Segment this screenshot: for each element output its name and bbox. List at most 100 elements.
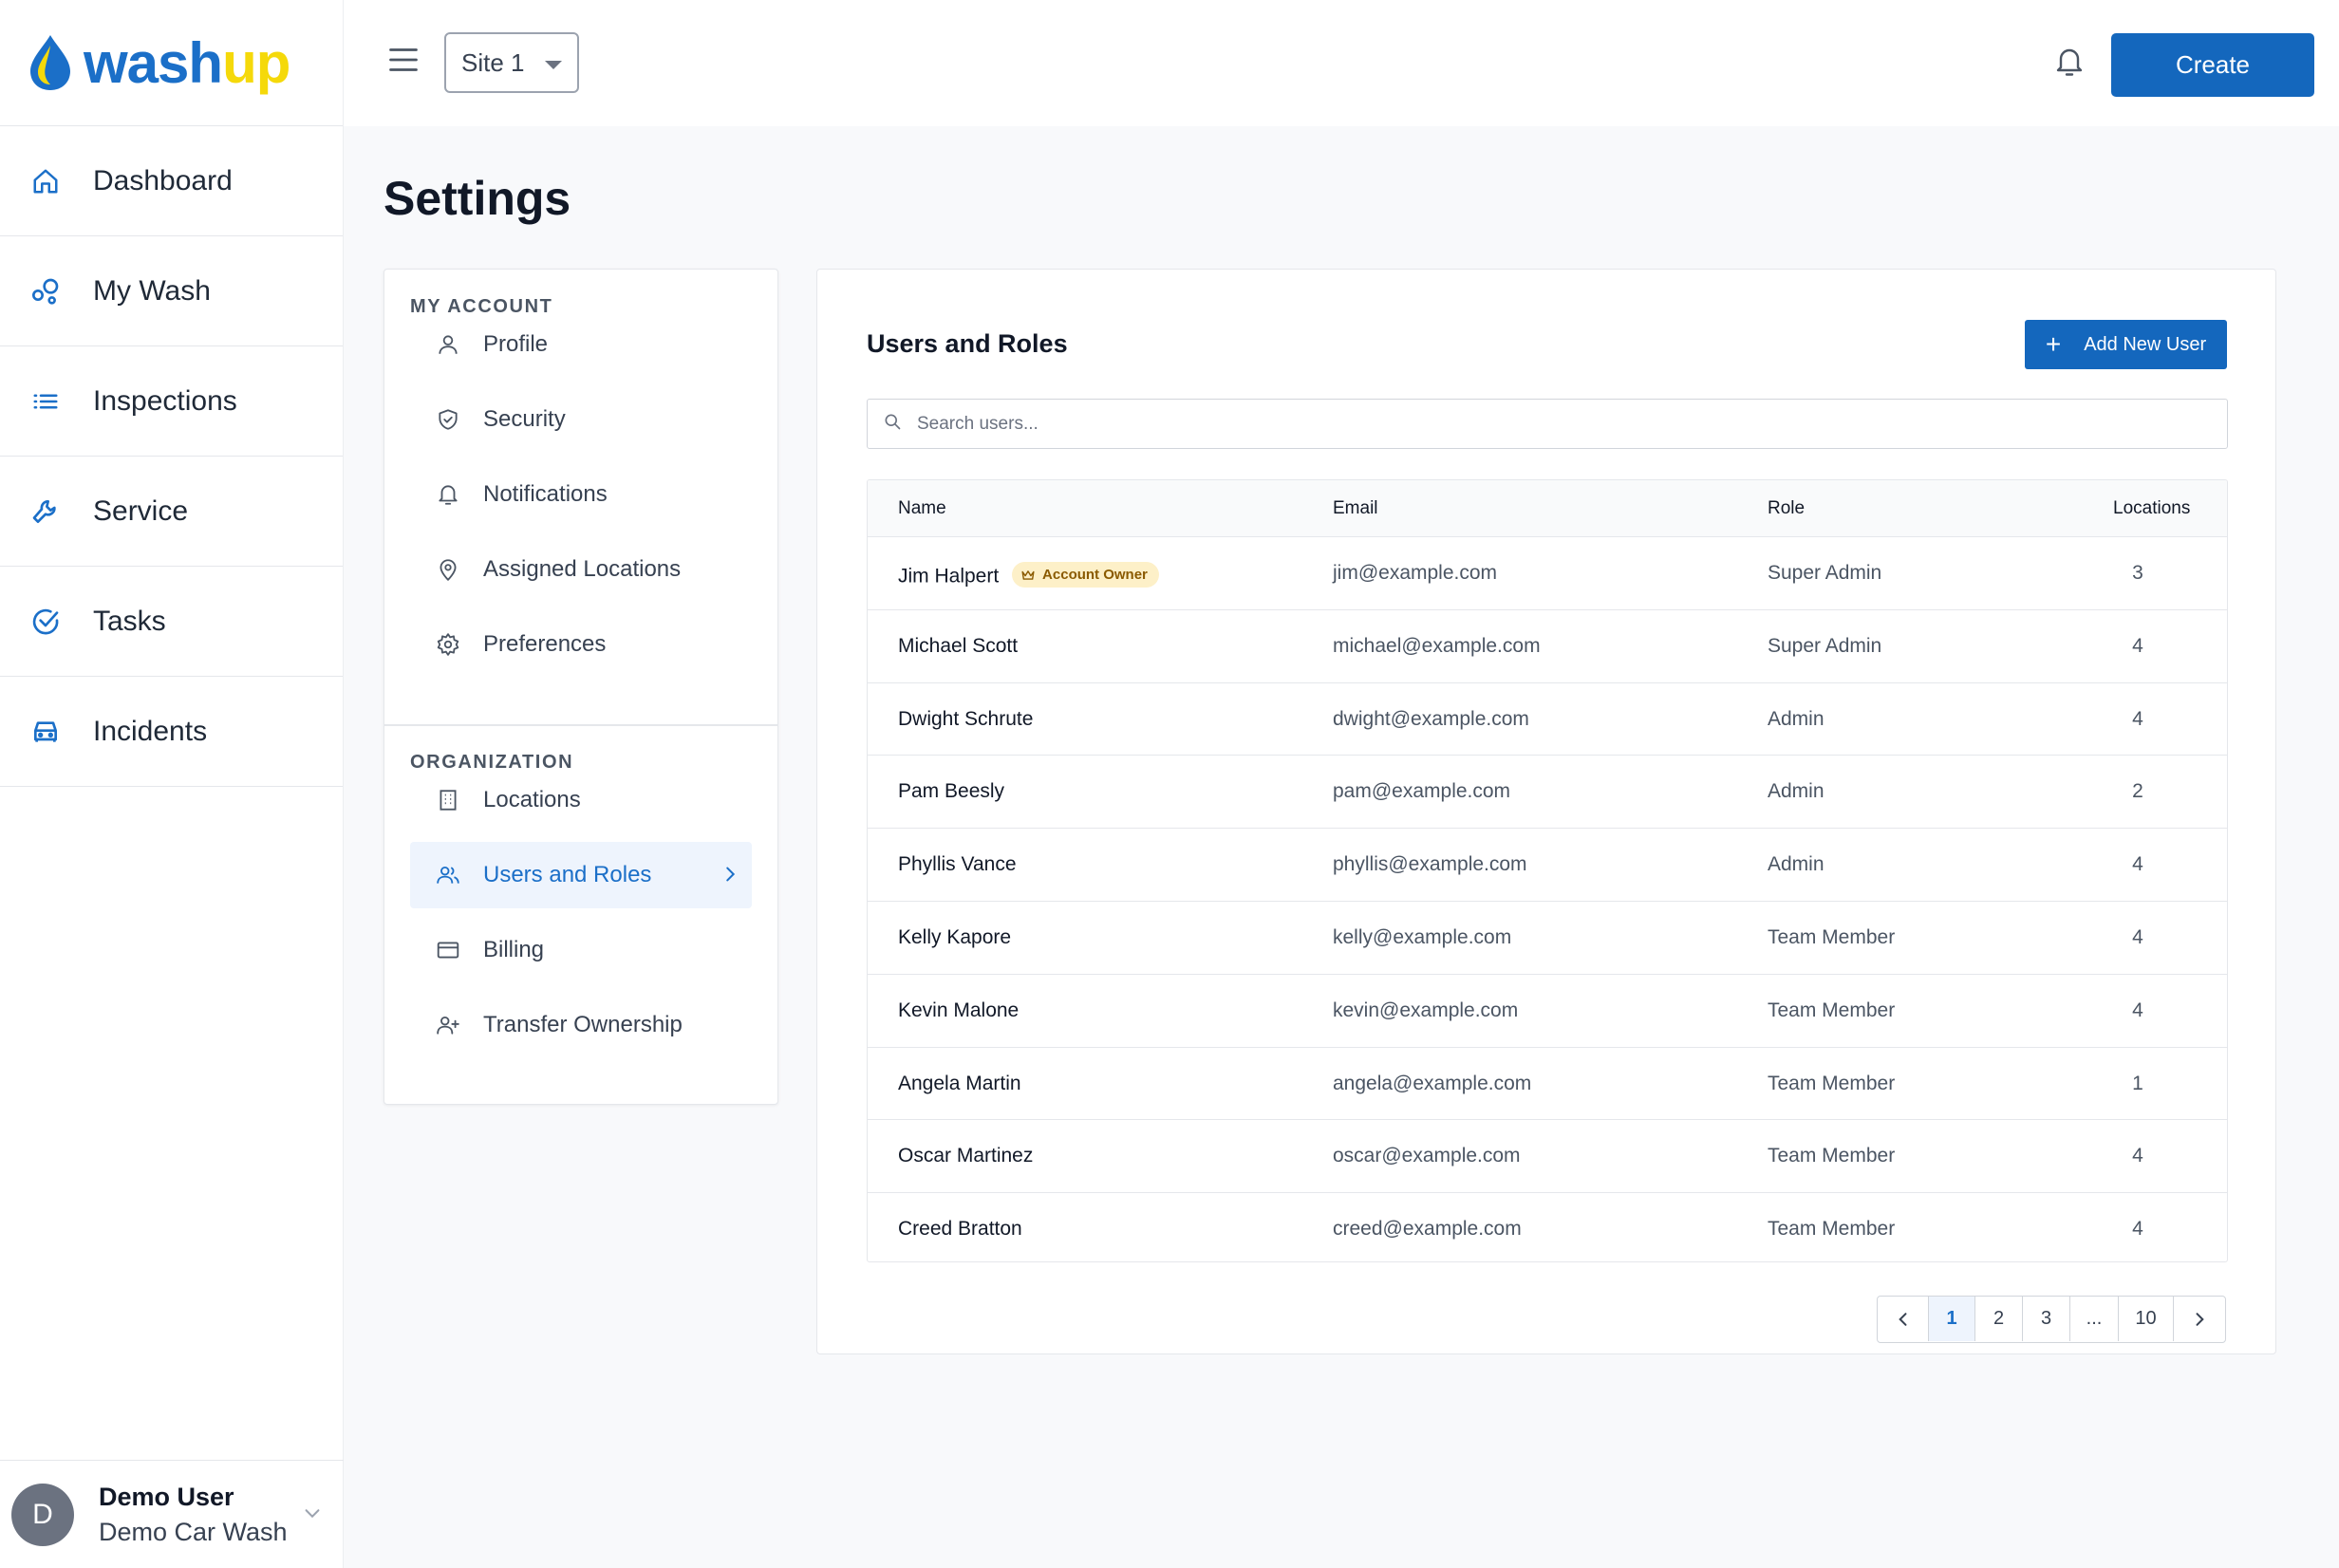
column-header-locations[interactable]: Locations (2113, 498, 2190, 519)
settings-item-preferences[interactable]: Preferences (410, 611, 752, 678)
email-cell: phyllis@example.com (1333, 853, 1527, 876)
app-sidebar: washup Dashboard My Wash Inspections Ser… (0, 0, 344, 1568)
chevron-down-icon (302, 1503, 323, 1528)
pagination-ellipsis: ... (2070, 1297, 2119, 1341)
credit-card-icon (434, 936, 462, 964)
table-row[interactable]: Dwight Schrute dwight@example.com Admin … (868, 683, 2227, 756)
gear-icon (434, 630, 462, 659)
settings-item-transfer-ownership[interactable]: Transfer Ownership (410, 992, 752, 1058)
notification-bell-icon[interactable] (2052, 44, 2086, 84)
email-cell: oscar@example.com (1333, 1145, 1521, 1167)
locations-cell: 2 (2132, 780, 2143, 803)
settings-menu: MY ACCOUNT Profile Security Notification… (384, 269, 778, 1105)
role-cell: Team Member (1768, 1072, 1896, 1094)
pagination-page-2[interactable]: 2 (1975, 1297, 2023, 1341)
locations-cell: 4 (2132, 707, 2143, 730)
pagination-page-3[interactable]: 3 (2023, 1297, 2070, 1341)
column-header-role[interactable]: Role (1768, 498, 1805, 519)
car-icon (28, 715, 63, 749)
table-row[interactable]: Pam Beesly pam@example.com Admin 2 (868, 756, 2227, 830)
locations-cell: 4 (2132, 999, 2143, 1021)
settings-item-profile[interactable]: Profile (410, 311, 752, 378)
user-menu[interactable]: D Demo User Demo Car Wash (0, 1460, 344, 1568)
search-input[interactable] (917, 413, 2151, 435)
nav-dashboard[interactable]: Dashboard (0, 126, 343, 236)
account-owner-badge: Account Owner (1012, 562, 1159, 588)
create-button[interactable]: Create (2111, 33, 2314, 97)
column-header-email[interactable]: Email (1333, 498, 1378, 519)
settings-item-billing[interactable]: Billing (410, 917, 752, 983)
pagination-page-1[interactable]: 1 (1929, 1297, 1975, 1341)
users-icon (434, 861, 462, 889)
role-cell: Admin (1768, 853, 1824, 876)
role-cell: Super Admin (1768, 562, 1882, 584)
home-icon (28, 164, 63, 198)
settings-item-security[interactable]: Security (410, 386, 752, 453)
water-drop-icon (30, 35, 70, 90)
column-header-name[interactable]: Name (898, 498, 946, 519)
settings-item-label: Locations (483, 787, 581, 812)
role-cell: Admin (1768, 780, 1824, 803)
nav-my-wash[interactable]: My Wash (0, 236, 343, 346)
user-org: Demo Car Wash (99, 1517, 288, 1546)
email-cell: pam@example.com (1333, 780, 1511, 803)
locations-cell: 4 (2132, 1218, 2143, 1241)
locations-cell: 3 (2132, 562, 2143, 584)
logo[interactable]: washup (0, 0, 343, 126)
bubbles-icon (28, 274, 63, 308)
table-row[interactable]: Jim Halpert Account Owner jim@example.co… (868, 537, 2227, 610)
user-name: Creed Bratton (898, 1218, 1022, 1241)
table-row[interactable]: Kevin Malone kevin@example.com Team Memb… (868, 975, 2227, 1048)
caret-down-icon (545, 61, 562, 69)
table-row[interactable]: Creed Bratton creed@example.com Team Mem… (868, 1193, 2227, 1261)
email-cell: creed@example.com (1333, 1218, 1522, 1241)
logo-wordmark: washup (84, 30, 290, 96)
user-name-cell: Jim Halpert Account Owner (898, 562, 1159, 588)
settings-item-label: Assigned Locations (483, 556, 682, 582)
role-cell: Team Member (1768, 999, 1896, 1021)
badge-label: Account Owner (1042, 567, 1148, 583)
table-row[interactable]: Kelly Kapore kelly@example.com Team Memb… (868, 902, 2227, 975)
pagination-prev-button[interactable] (1878, 1297, 1929, 1341)
site-selector[interactable]: Site 1 (444, 32, 579, 93)
settings-item-label: Security (483, 406, 566, 432)
role-cell: Team Member (1768, 1218, 1896, 1241)
users-table: Name Email Role Locations Jim Halpert Ac… (867, 479, 2228, 1262)
email-cell: kevin@example.com (1333, 999, 1519, 1021)
settings-item-label: Notifications (483, 481, 608, 507)
nav-incidents[interactable]: Incidents (0, 677, 343, 787)
shield-icon (434, 405, 462, 434)
table-row[interactable]: Angela Martin angela@example.com Team Me… (868, 1048, 2227, 1121)
search-icon (883, 412, 902, 436)
email-cell: kelly@example.com (1333, 925, 1512, 948)
settings-item-assigned-locations[interactable]: Assigned Locations (410, 536, 752, 603)
nav-service[interactable]: Service (0, 457, 343, 567)
table-row[interactable]: Oscar Martinez oscar@example.com Team Me… (868, 1120, 2227, 1194)
nav-label: Dashboard (93, 164, 233, 196)
role-cell: Admin (1768, 707, 1824, 730)
page-title: Settings (384, 172, 571, 225)
role-cell: Super Admin (1768, 634, 1882, 657)
map-pin-icon (434, 555, 462, 584)
nav-tasks[interactable]: Tasks (0, 567, 343, 677)
add-new-user-button[interactable]: + Add New User (2025, 320, 2227, 369)
chevron-right-icon (2196, 1312, 2204, 1326)
menu-icon[interactable] (386, 43, 421, 77)
user-name: Demo User (99, 1482, 234, 1511)
settings-item-notifications[interactable]: Notifications (410, 461, 752, 528)
user-name: Kevin Malone (898, 999, 1020, 1021)
user-info: Demo User Demo Car Wash (99, 1483, 288, 1547)
nav-inspections[interactable]: Inspections (0, 346, 343, 457)
table-header: Name Email Role Locations (868, 480, 2227, 537)
user-name: Oscar Martinez (898, 1145, 1034, 1167)
email-cell: jim@example.com (1333, 562, 1498, 584)
table-row[interactable]: Michael Scott michael@example.com Super … (868, 610, 2227, 683)
settings-item-users-and-roles[interactable]: Users and Roles (410, 842, 752, 908)
pagination-next-button[interactable] (2174, 1297, 2225, 1341)
top-bar: Site 1 Create (344, 0, 2339, 126)
user-name: Phyllis Vance (898, 853, 1017, 876)
settings-item-locations[interactable]: Locations (410, 767, 752, 833)
add-new-user-label: Add New User (2084, 333, 2207, 355)
pagination-page-10[interactable]: 10 (2119, 1297, 2174, 1341)
table-row[interactable]: Phyllis Vance phyllis@example.com Admin … (868, 829, 2227, 902)
